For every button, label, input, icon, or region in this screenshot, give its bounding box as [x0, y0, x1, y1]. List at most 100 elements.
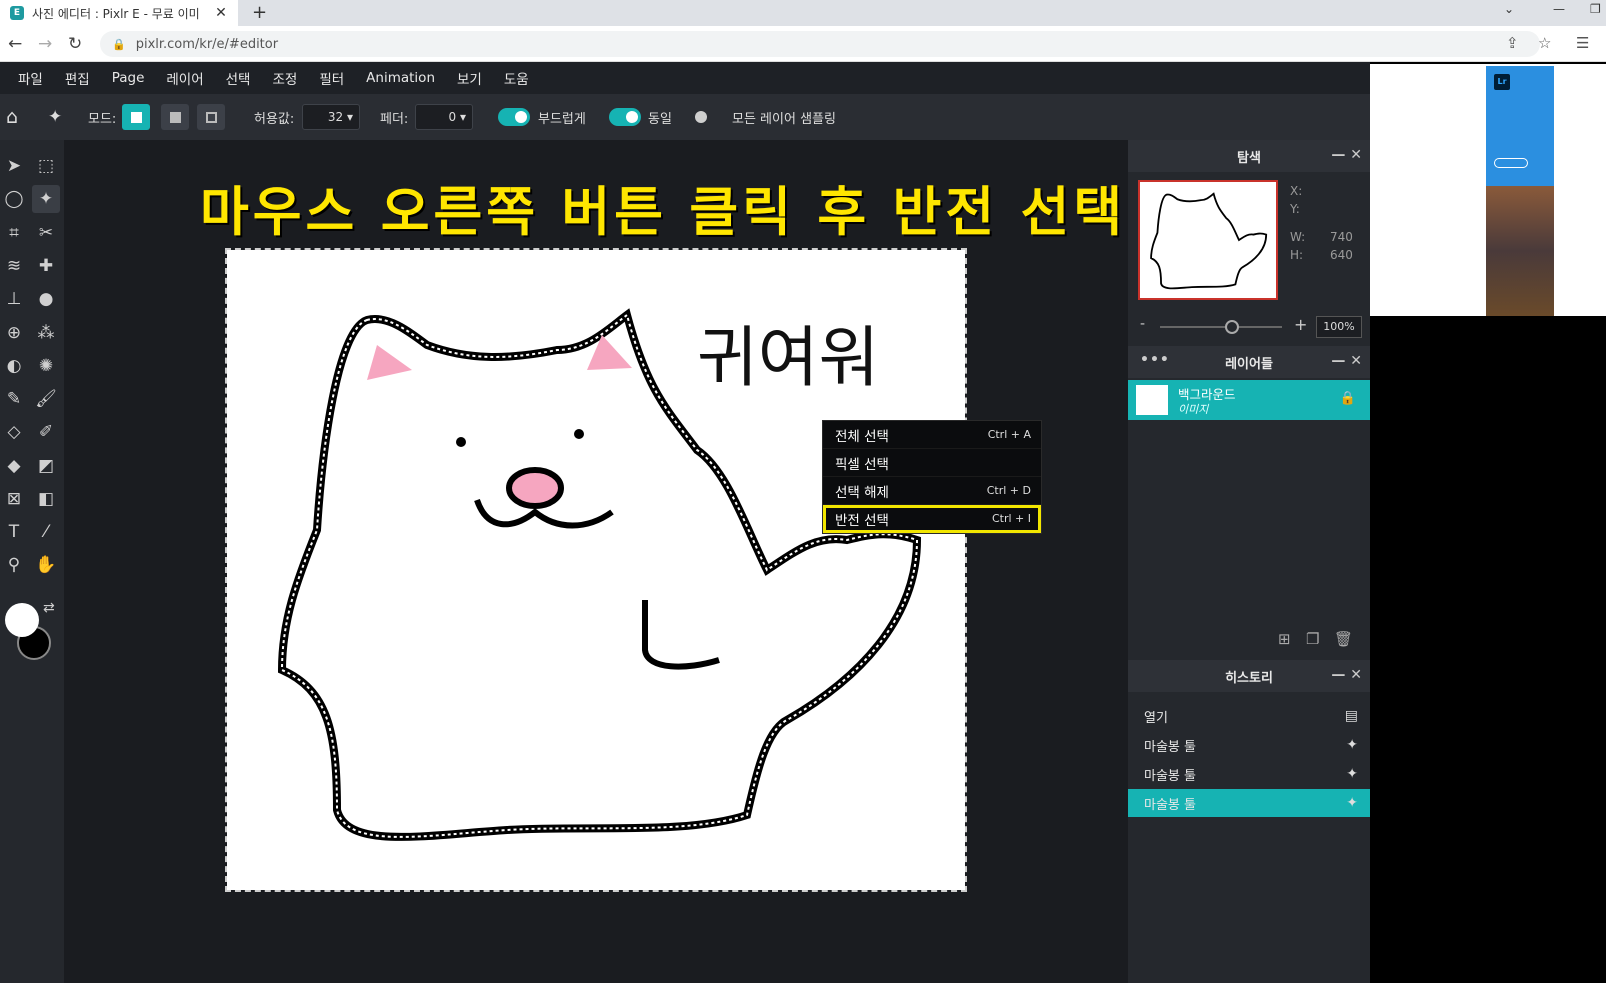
gradient-tool-icon[interactable]: ◩	[32, 452, 60, 480]
layers-window-controls[interactable]: — ✕	[1331, 353, 1362, 369]
browser-tab[interactable]: E 사진 에디터 : Pixlr E - 무료 이미 ✕	[0, 0, 238, 26]
url-text: pixlr.com/kr/e/#editor	[135, 36, 279, 52]
arrange-tool-icon[interactable]: ➤	[0, 152, 28, 180]
document-icon: ▤	[1344, 708, 1358, 724]
app-menu-bar: 파일 편집 Page 레이어 선택 조정 필터 Animation 보기 도움	[0, 62, 1370, 94]
ad-card[interactable]: Lr	[1370, 64, 1606, 316]
clone-stamp-tool-icon[interactable]: ⊥	[0, 285, 28, 313]
brush-tool-icon[interactable]: 🖌	[32, 385, 60, 413]
contiguous-toggle[interactable]	[609, 108, 641, 126]
menu-view[interactable]: 보기	[457, 68, 482, 88]
feather-field[interactable]: 0 ▾	[415, 104, 473, 130]
add-layer-icon[interactable]: ⊞	[1278, 630, 1291, 648]
fill-tool-icon[interactable]: ◆	[0, 452, 28, 480]
right-panels: 탐색 — ✕ X: Y: W: 740 H: 640 - + 100% ••• 레이…	[1128, 140, 1370, 983]
nav-h-value: 640	[1330, 248, 1353, 262]
hand-tool-icon[interactable]: ✋	[32, 551, 60, 579]
history-item-active[interactable]: 마술봉 툴 ✦	[1128, 789, 1370, 817]
pen-tool-icon[interactable]: ✎	[0, 385, 28, 413]
reload-icon[interactable]: ↻	[68, 34, 82, 54]
history-item[interactable]: 열기 ▤	[1128, 702, 1370, 730]
layer-lock-icon[interactable]: 🔒	[1340, 391, 1356, 406]
reading-list-icon[interactable]: ☰	[1576, 34, 1589, 52]
dodge-tool-icon[interactable]: ◐	[0, 352, 28, 380]
new-tab-icon[interactable]: +	[252, 2, 267, 23]
smooth-label: 부드럽게	[538, 111, 586, 127]
magic-wand-tool-icon[interactable]: ✦	[32, 185, 60, 213]
history-item-label: 열기	[1144, 710, 1168, 726]
eraser-tool-icon[interactable]: ◇	[0, 418, 28, 446]
forward-icon[interactable]: →	[38, 34, 52, 54]
invert-selection-item[interactable]: 반전 선택 Ctrl + I	[823, 505, 1041, 533]
zoom-tool-icon[interactable]: ⚲	[0, 551, 28, 579]
menu-adjust[interactable]: 조정	[272, 68, 297, 88]
sponge-tool-icon[interactable]: ⊕	[0, 319, 28, 347]
url-field[interactable]: 🔒 pixlr.com/kr/e/#editor	[100, 31, 1540, 57]
frame-tool-icon[interactable]: ⊠	[0, 485, 28, 513]
shape-tool-icon[interactable]: ◧	[32, 485, 60, 513]
menu-edit[interactable]: 편집	[65, 68, 90, 88]
menu-layer[interactable]: 레이어	[166, 68, 203, 88]
restore-icon[interactable]: ❐	[1590, 2, 1601, 16]
minimize-icon[interactable]: —	[1553, 2, 1565, 16]
bloat-tool-icon[interactable]: ⁂	[32, 319, 60, 347]
history-item[interactable]: 마술봉 툴 ✦	[1128, 760, 1370, 788]
text-tool-icon[interactable]: T	[0, 518, 28, 546]
sample-all-toggle[interactable]	[693, 108, 711, 126]
zoom-out-button[interactable]: -	[1140, 316, 1145, 332]
menu-page[interactable]: Page	[112, 70, 145, 86]
ad-button[interactable]	[1494, 158, 1528, 168]
deselect-item[interactable]: 선택 해제 Ctrl + D	[823, 477, 1041, 505]
navigator-window-controls[interactable]: — ✕	[1331, 147, 1362, 163]
home-icon[interactable]: ⌂	[6, 94, 18, 140]
history-header: 히스토리 — ✕	[1128, 660, 1370, 692]
history-item[interactable]: 마술봉 툴 ✦	[1128, 731, 1370, 759]
heal-tool-icon[interactable]: ✚	[32, 252, 60, 280]
lasso-tool-icon[interactable]: ◯	[0, 185, 28, 213]
tab-search-icon[interactable]: ⌄	[1504, 2, 1514, 16]
nav-w-value: 740	[1330, 230, 1353, 244]
menu-select[interactable]: 선택	[226, 68, 251, 88]
tolerance-field[interactable]: 32 ▾	[302, 104, 360, 130]
select-all-item[interactable]: 전체 선택 Ctrl + A	[823, 421, 1041, 449]
select-pixels-item[interactable]: 픽셀 선택	[823, 449, 1041, 477]
invert-selection-shortcut: Ctrl + I	[991, 512, 1031, 525]
zoom-value[interactable]: 100%	[1316, 316, 1362, 338]
context-menu: 전체 선택 Ctrl + A 픽셀 선택 선택 해제 Ctrl + D 반전 선…	[822, 420, 1042, 534]
zoom-slider-knob[interactable]	[1225, 320, 1239, 334]
menu-help[interactable]: 도움	[504, 68, 529, 88]
share-icon[interactable]: ⇪	[1506, 34, 1519, 52]
navigator-thumbnail[interactable]	[1138, 180, 1278, 300]
zoom-slider[interactable]	[1160, 320, 1282, 334]
sharpen-tool-icon[interactable]: ✺	[32, 352, 60, 380]
smooth-toggle[interactable]	[498, 108, 530, 126]
browser-tab-bar: E 사진 에디터 : Pixlr E - 무료 이미 ✕ + ⌄ — ❐	[0, 0, 1606, 26]
liquify-tool-icon[interactable]: ≋	[0, 252, 28, 280]
bookmark-star-icon[interactable]: ☆	[1538, 34, 1551, 52]
cat-drawing: 귀여워	[277, 308, 922, 841]
swap-colors-icon[interactable]: ⇄	[43, 600, 55, 616]
history-window-controls[interactable]: — ✕	[1331, 667, 1362, 683]
marquee-tool-icon[interactable]: ⬚	[32, 152, 60, 180]
menu-filter[interactable]: 필터	[319, 68, 344, 88]
cutout-tool-icon[interactable]: ✂	[32, 219, 60, 247]
document-canvas[interactable]: 귀여워	[225, 248, 967, 892]
mode-subtract-button[interactable]	[197, 104, 225, 130]
duplicate-layer-icon[interactable]: ❐	[1306, 630, 1319, 648]
delete-layer-icon[interactable]: 🗑	[1334, 630, 1353, 648]
back-icon[interactable]: ←	[8, 34, 22, 54]
menu-file[interactable]: 파일	[18, 68, 43, 88]
crop-tool-icon[interactable]: ⌗	[0, 219, 28, 247]
layer-row[interactable]: 백그라운드 이미지 🔒	[1128, 380, 1370, 420]
eyedropper-tool-icon[interactable]: ⁄	[32, 518, 60, 546]
tab-close-icon[interactable]: ✕	[212, 5, 230, 21]
browser-address-bar: ← → ↻ 🔒 pixlr.com/kr/e/#editor ⇪ ☆ ☰	[0, 26, 1606, 62]
layers-menu-icon[interactable]: •••	[1140, 352, 1170, 368]
menu-animation[interactable]: Animation	[366, 70, 435, 86]
mode-new-button[interactable]	[122, 104, 150, 130]
foreground-color-swatch[interactable]	[5, 603, 39, 637]
mode-add-button[interactable]	[161, 104, 189, 130]
color-replace-tool-icon[interactable]: ✐	[32, 418, 60, 446]
zoom-in-button[interactable]: +	[1294, 315, 1307, 334]
blur-tool-icon[interactable]: ●	[32, 285, 60, 313]
